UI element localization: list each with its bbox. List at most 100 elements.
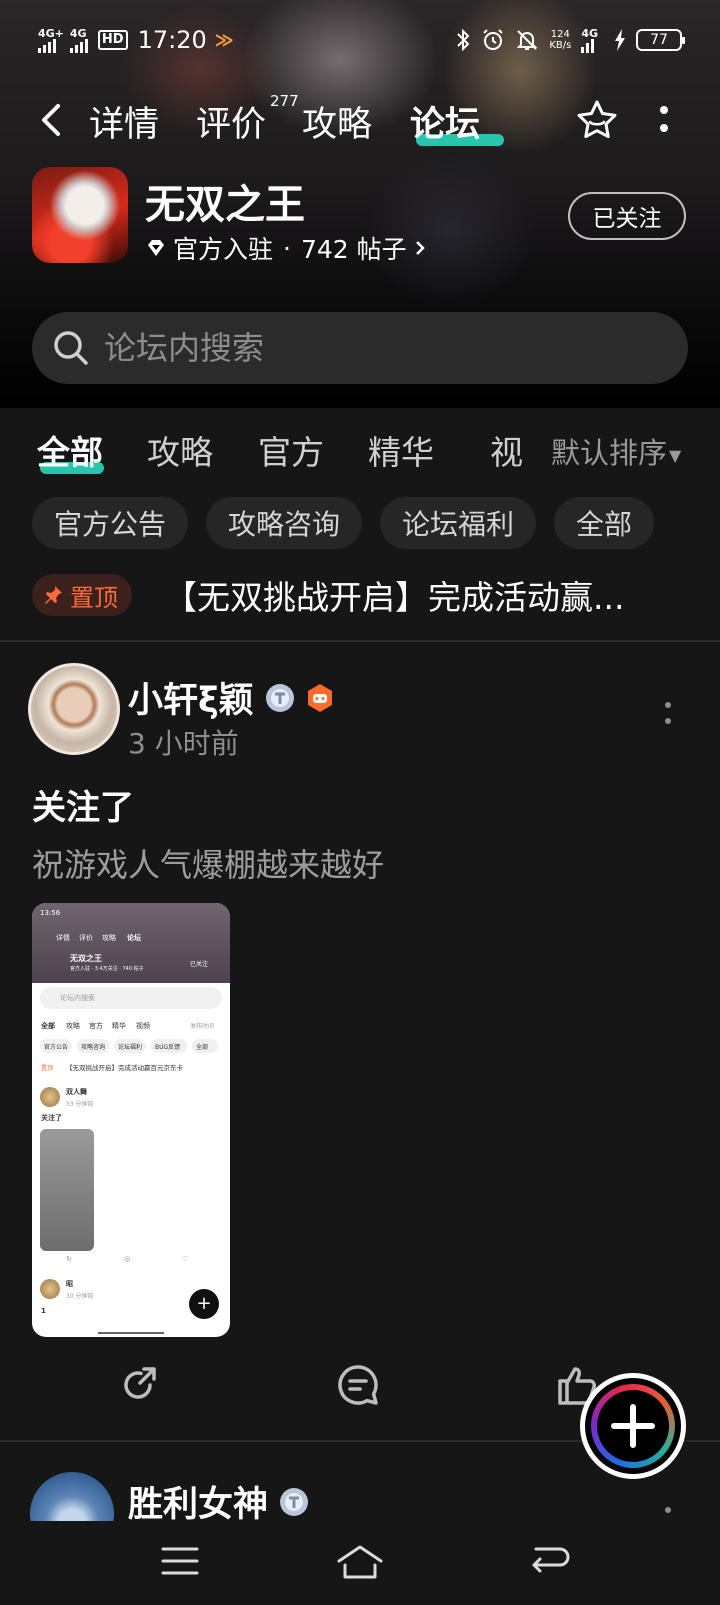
thumb-pin-title: 【无双挑战开启】完成活动赢百元京东卡 <box>66 1064 183 1072</box>
thumb-chip-2: 论坛福利 <box>114 1039 146 1053</box>
thumb-avatar-1 <box>40 1087 60 1107</box>
thumb-avatar-2 <box>40 1279 60 1299</box>
thumb-cat-1: 攻略 <box>66 1022 80 1030</box>
game-title: 无双之王 <box>145 182 305 228</box>
post-author-name[interactable]: 小轩ξ颖 <box>128 672 254 723</box>
favorite-star-button[interactable] <box>574 98 620 142</box>
thumb-fab: + <box>189 1289 219 1319</box>
thumb-time: 13:56 <box>40 909 61 917</box>
thumb-share-icon: ↻ <box>66 1255 72 1263</box>
menu-icon[interactable] <box>155 1539 205 1583</box>
thumb-search-text: 论坛内搜索 <box>60 994 95 1002</box>
pinned-title[interactable]: 【无双挑战开启】完成活动赢... <box>164 571 662 619</box>
category-tab-all[interactable]: 全部 <box>37 426 103 474</box>
thumb-game-title: 无双之王 <box>70 954 102 963</box>
more-options-button[interactable] <box>650 100 678 140</box>
thumb-tab-0: 详情 <box>56 934 70 942</box>
thumb-chip-3: BUG反馈 <box>151 1039 187 1053</box>
thumb-chip-4: 全部 <box>192 1039 218 1053</box>
official-label: 官方入驻 <box>173 235 274 264</box>
gamer-badge-icon <box>307 683 332 712</box>
thumb-comment-icon: ◎ <box>124 1255 131 1263</box>
avatar[interactable] <box>28 663 120 755</box>
chip-guide-questions[interactable]: 攻略咨询 <box>206 497 363 549</box>
thumb-game-meta: 官方入驻 · 3.4万关注 · 740 帖子 <box>70 966 144 972</box>
official-diamond-icon <box>148 240 164 256</box>
post-author-name[interactable]: 胜利女神 <box>128 1476 268 1527</box>
post-author[interactable]: 小轩ξ颖 <box>128 672 336 723</box>
fab-inner <box>597 1390 669 1462</box>
pinned-badge: 置顶 <box>32 574 132 616</box>
tab-reviews[interactable]: 评价 <box>196 96 266 147</box>
system-navigation-bar <box>0 1521 720 1605</box>
section-divider <box>0 640 720 642</box>
level-badge-icon <box>265 683 294 712</box>
category-tab-official[interactable]: 官方 <box>258 426 324 474</box>
signal-4g-plus-icon: 4G+ <box>38 28 64 53</box>
sort-dropdown[interactable]: 默认排序 ▼ <box>551 430 681 472</box>
game-meta[interactable]: 官方入驻 · 742 帖子 <box>145 230 427 266</box>
category-tab-video[interactable]: 视频 <box>490 426 532 476</box>
meta-separator: · <box>283 233 291 263</box>
thumb-cat-4: 视频 <box>136 1022 150 1030</box>
tab-guides[interactable]: 攻略 <box>302 96 372 147</box>
thumb-cat-3: 精华 <box>112 1022 126 1030</box>
clock: 17:20 <box>137 26 207 54</box>
thumb-post-author: 双人舞 <box>66 1088 87 1096</box>
thumb-tab-1: 评价 <box>79 934 93 942</box>
search-icon <box>54 331 88 365</box>
comment-icon[interactable] <box>336 1363 380 1407</box>
chevron-right-icon <box>415 241 425 255</box>
follow-button[interactable]: 已关注 <box>568 192 686 240</box>
game-icon[interactable] <box>32 167 128 263</box>
back-nav-icon[interactable] <box>524 1539 574 1583</box>
post-author[interactable]: 胜利女神 <box>128 1476 310 1527</box>
alarm-icon <box>483 29 504 50</box>
thumb-post2-title: 1 <box>41 1307 46 1315</box>
tab-forum[interactable]: 论坛 <box>410 96 480 147</box>
thumb-home-indicator <box>98 1332 164 1334</box>
vpn-icon: ≫ <box>214 29 234 51</box>
post-more-icon[interactable] <box>660 700 676 726</box>
thumb-post2-author: 昭 <box>66 1280 73 1288</box>
share-icon[interactable] <box>118 1363 162 1407</box>
mute-icon <box>516 30 538 50</box>
thumb-chip-0: 官方公告 <box>40 1039 72 1053</box>
forum-header: 4G+ 4G HD 17:20 ≫ 124 KB/s 4G 77 详情 评价 27… <box>0 0 720 408</box>
chip-all[interactable]: 全部 <box>554 497 655 549</box>
post-image-screenshot[interactable]: 13:56 详情 评价 攻略 论坛 无双之王 官方入驻 · 3.4万关注 · 7… <box>32 903 230 1337</box>
thumb-chip-1: 攻略咨询 <box>77 1039 109 1053</box>
category-tab-featured[interactable]: 精华 <box>368 426 434 474</box>
category-tab-video-clipped[interactable]: 视频 <box>490 426 532 476</box>
home-icon[interactable] <box>335 1539 385 1583</box>
pinned-post[interactable]: 置顶 【无双挑战开启】完成活动赢... <box>32 572 692 618</box>
thumb-header: 13:56 详情 评价 攻略 论坛 无双之王 官方入驻 · 3.4万关注 · 7… <box>32 903 230 983</box>
signal-4g-icon: 4G <box>69 26 88 53</box>
thumb-cat-0: 全部 <box>41 1022 55 1030</box>
thumb-like-icon: ♡ <box>182 1255 189 1263</box>
thumb-post-image <box>40 1129 94 1251</box>
search-input[interactable] <box>104 329 664 367</box>
chip-forum-benefits[interactable]: 论坛福利 <box>380 497 537 549</box>
thumb-post2-time: 30 分钟前 <box>66 1293 94 1300</box>
create-post-button[interactable] <box>580 1373 686 1479</box>
chip-announcements[interactable]: 官方公告 <box>32 497 189 549</box>
hd-icon: HD <box>97 30 128 50</box>
pinned-badge-label: 置顶 <box>70 583 118 612</box>
post-body[interactable]: 祝游戏人气爆棚越来越好 <box>32 840 384 886</box>
thumb-search: 论坛内搜索 <box>40 987 222 1009</box>
pin-icon <box>45 586 62 604</box>
forum-search-bar[interactable] <box>32 312 688 384</box>
post-title[interactable]: 关注了 <box>32 780 134 829</box>
back-button[interactable] <box>34 98 74 142</box>
plus-icon <box>611 1404 655 1448</box>
status-bar: 4G+ 4G HD 17:20 ≫ 124 KB/s 4G 77 <box>38 22 685 58</box>
tab-details[interactable]: 详情 <box>89 96 159 147</box>
signal2-label: 4G <box>69 26 87 40</box>
category-tab-guides[interactable]: 攻略 <box>147 426 213 474</box>
post-count: 742 帖子 <box>300 235 407 264</box>
sort-label: 默认排序 <box>551 436 668 470</box>
thumb-post-time: 33 分钟前 <box>66 1101 94 1108</box>
level-badge-icon <box>280 1487 309 1516</box>
thumb-post-title: 关注了 <box>41 1114 62 1122</box>
